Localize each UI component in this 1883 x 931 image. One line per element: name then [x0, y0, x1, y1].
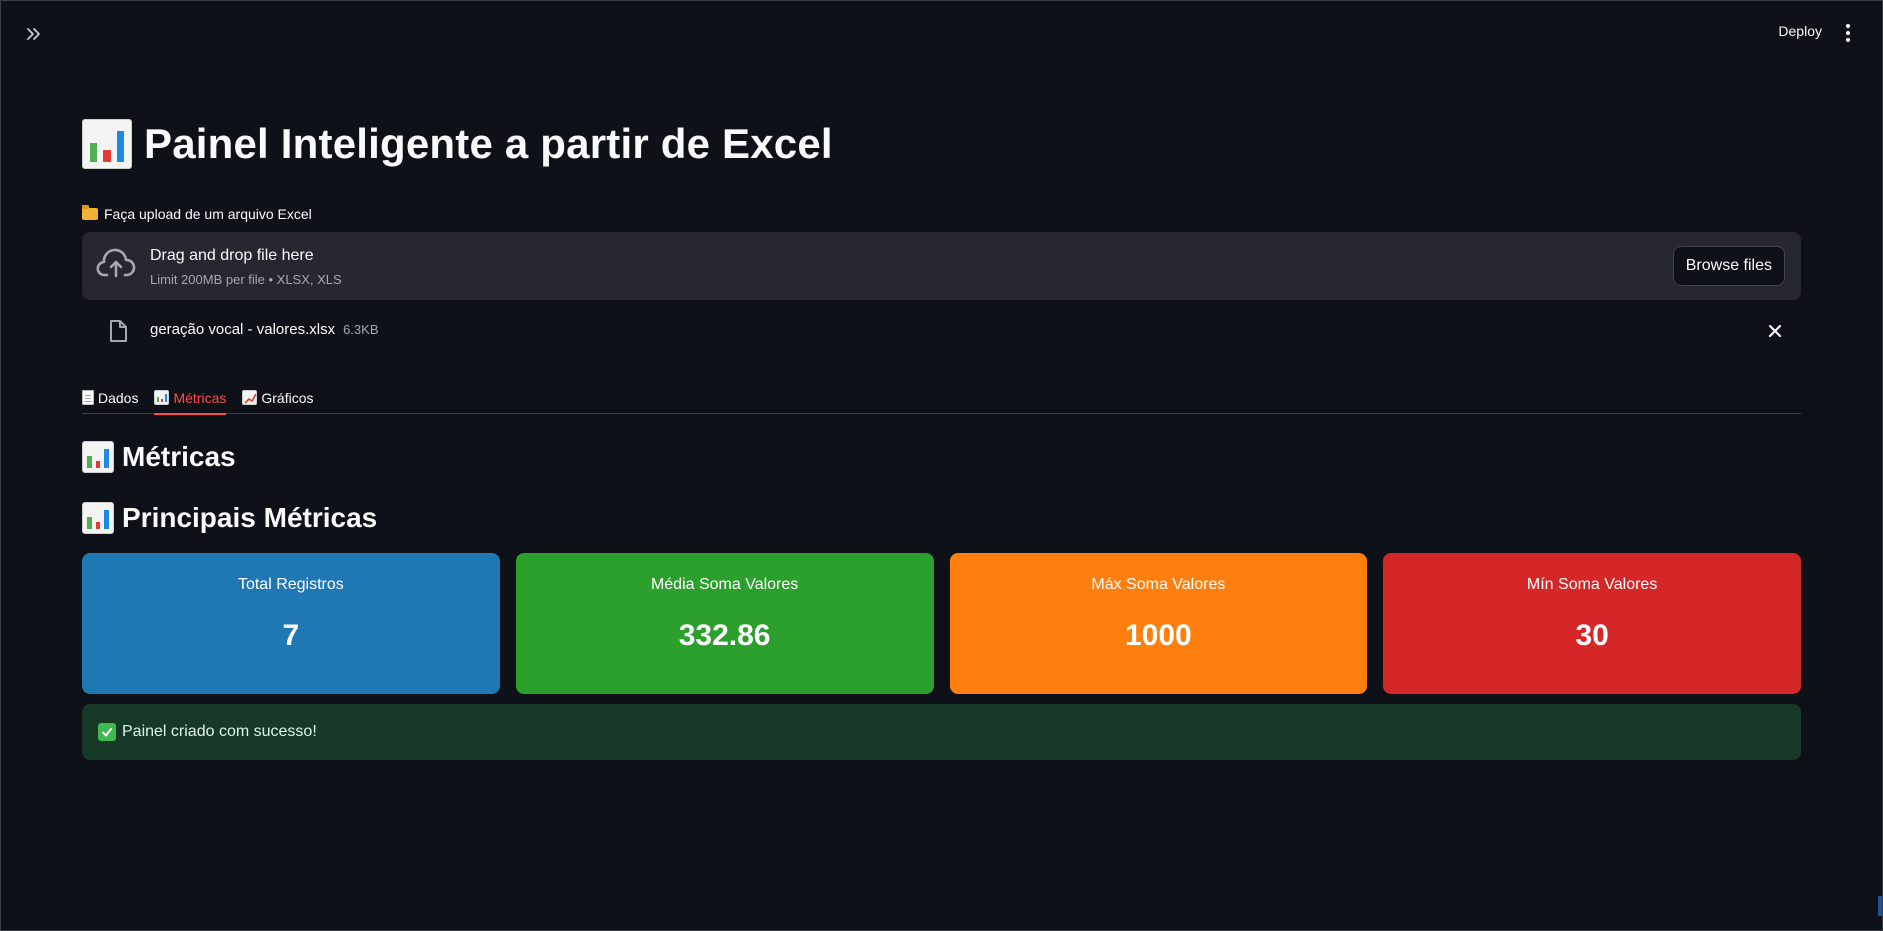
file-size: 6.3KB: [343, 322, 379, 337]
tab-graficos[interactable]: Gráficos: [242, 381, 314, 414]
dropzone-subtitle: Limit 200MB per file • XLSX, XLS: [150, 272, 342, 287]
tab-bar: Dados Métricas Gráficos: [82, 381, 1801, 415]
uploader-label-text: Faça upload de um arquivo Excel: [104, 206, 312, 222]
check-mark-icon: [98, 723, 116, 741]
bar-chart-emoji-icon: [82, 119, 132, 169]
tab-dados[interactable]: Dados: [82, 381, 138, 414]
open-folder-icon: [82, 205, 98, 220]
scroll-indicator: [1878, 896, 1882, 916]
bar-chart-icon: [82, 441, 114, 473]
file-dropzone[interactable]: Drag and drop file here Limit 200MB per …: [82, 232, 1801, 300]
tab-metricas[interactable]: Métricas: [154, 381, 227, 415]
uploader-label: Faça upload de um arquivo Excel: [82, 205, 312, 222]
tab-label: Métricas: [173, 389, 227, 406]
double-chevron-right-icon[interactable]: [21, 21, 47, 47]
dropzone-title: Drag and drop file here: [150, 247, 314, 264]
file-name: geração vocal - valores.xlsx: [150, 321, 336, 338]
metric-label: Total Registros: [237, 576, 344, 593]
metric-value: 1000: [1125, 619, 1192, 652]
tab-label: Dados: [98, 389, 139, 406]
metric-label: Máx Soma Valores: [1091, 576, 1226, 593]
metrics-row: Total Registros 7 Média Soma Valores 332…: [82, 553, 1801, 694]
file-name-line: geração vocal - valores.xlsx 6.3KB: [150, 321, 379, 338]
section-subheading-text: Principais Métricas: [122, 502, 378, 533]
tab-label: Gráficos: [261, 389, 314, 406]
deploy-button[interactable]: Deploy: [1778, 23, 1822, 39]
metric-label: Média Soma Valores: [650, 576, 799, 593]
metric-value: 30: [1575, 619, 1609, 652]
chart-increasing-icon: [242, 390, 258, 405]
vertical-dots-icon[interactable]: [1842, 23, 1854, 43]
bar-chart-icon: [82, 502, 114, 534]
metric-value: 7: [282, 619, 300, 652]
cloud-upload-icon: [96, 248, 136, 278]
app-window: Deploy Painel Inteligente a partir de Ex…: [0, 0, 1883, 931]
metric-value: 332.86: [678, 619, 771, 652]
section-heading: Métricas: [82, 441, 236, 473]
metric-card-media-soma-valores: Média Soma Valores 332.86: [515, 553, 934, 694]
bar-chart-icon: [154, 390, 170, 405]
page-title: Painel Inteligente a partir de Excel: [144, 120, 833, 167]
metric-card-max-soma-valores: Máx Soma Valores 1000: [949, 553, 1368, 694]
close-icon[interactable]: [1767, 323, 1783, 339]
page-header: Painel Inteligente a partir de Excel: [82, 119, 833, 169]
section-subheading: Principais Métricas: [82, 502, 377, 534]
page-icon: [82, 390, 94, 405]
section-heading-text: Métricas: [122, 441, 236, 472]
top-bar: Deploy: [1, 1, 1882, 63]
browse-files-button[interactable]: Browse files: [1672, 246, 1785, 286]
metric-card-total-registros: Total Registros 7: [82, 553, 500, 694]
uploaded-file: geração vocal - valores.xlsx 6.3KB: [82, 315, 1801, 347]
metric-card-min-soma-valores: Mín Soma Valores 30: [1383, 553, 1801, 694]
success-alert: Painel criado com sucesso!: [82, 704, 1801, 760]
metric-label: Mín Soma Valores: [1526, 576, 1658, 593]
file-icon: [110, 320, 127, 342]
success-text: Painel criado com sucesso!: [122, 723, 317, 740]
